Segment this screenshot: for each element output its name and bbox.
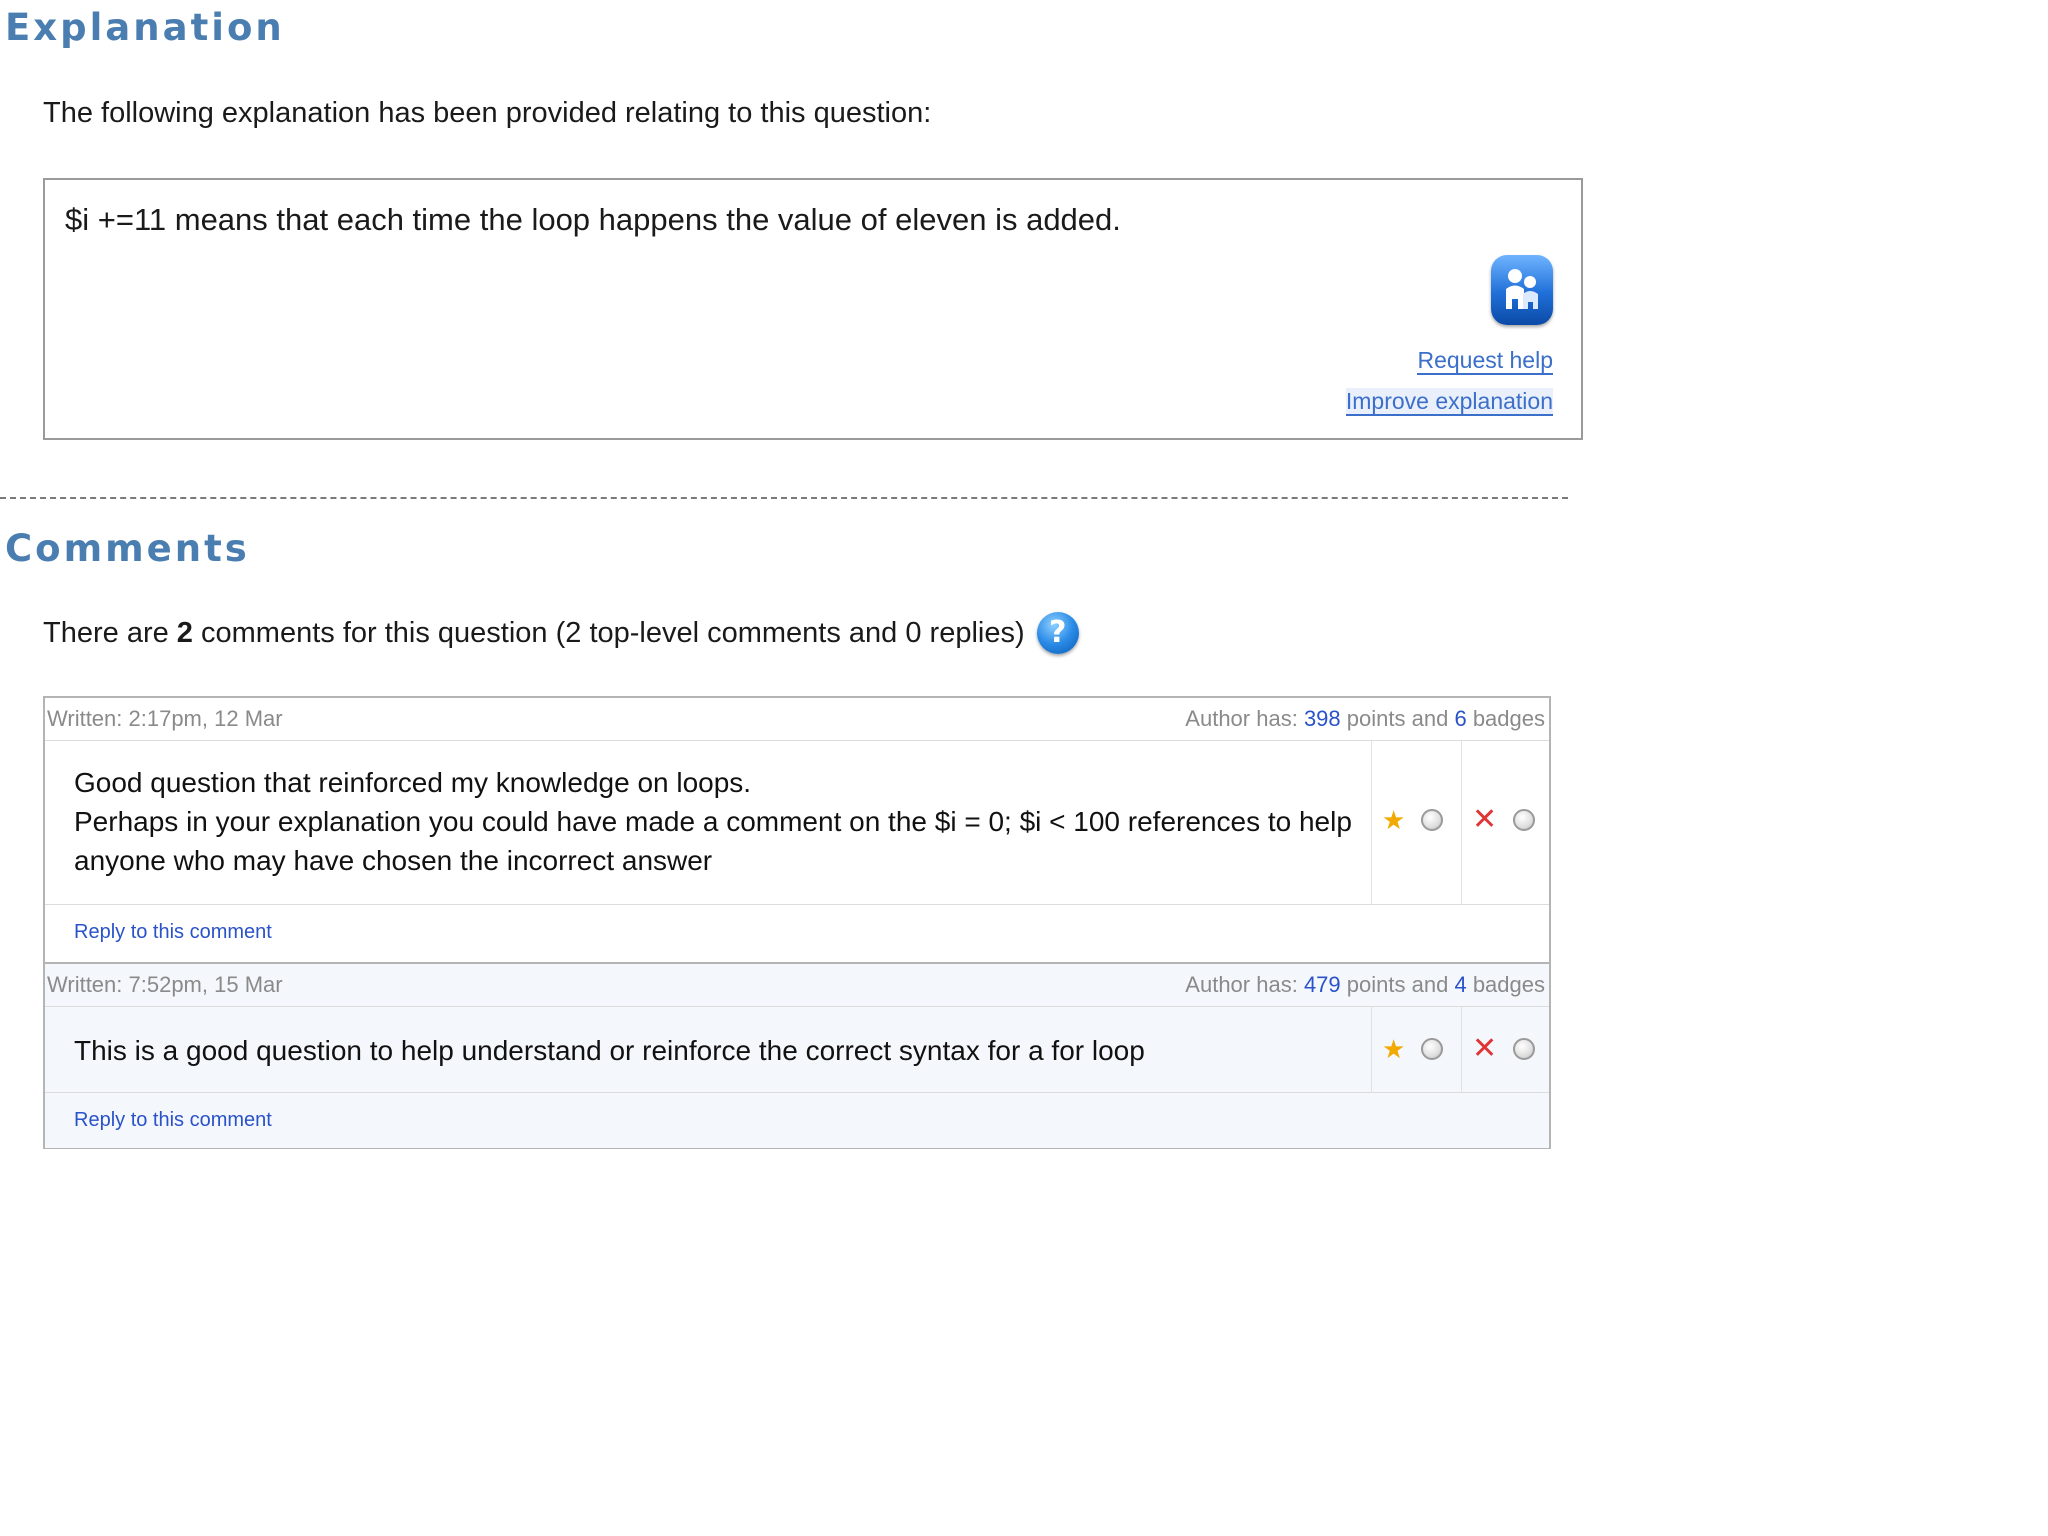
author-badges: 6 — [1454, 706, 1467, 731]
reply-to-comment-link[interactable]: Reply to this comment — [74, 921, 272, 944]
endorse-vote-cell: ★ — [1371, 1007, 1461, 1092]
comment-body: Good question that reinforced my knowled… — [45, 741, 1549, 905]
reject-radio-button[interactable] — [1513, 1038, 1536, 1060]
help-person-icon[interactable] — [1491, 255, 1553, 325]
comment-reply-row: Reply to this comment — [45, 905, 1549, 960]
endorse-radio-button[interactable] — [1421, 809, 1444, 831]
author-prefix: Author has: — [1185, 972, 1298, 997]
author-points: 398 — [1303, 706, 1341, 731]
comments-summary: There are 2 comments for this question (… — [43, 612, 1079, 654]
endorse-vote-cell: ★ — [1371, 741, 1461, 904]
explanation-box: $i +=11 means that each time the loop ha… — [43, 178, 1583, 440]
comments-heading: Comments — [5, 527, 250, 570]
points-label: points and — [1346, 972, 1449, 997]
explanation-intro: The following explanation has been provi… — [43, 97, 932, 129]
question-mark-icon[interactable]: ? — [1036, 612, 1079, 654]
author-badges: 4 — [1454, 972, 1467, 997]
author-prefix: Author has: — [1185, 706, 1298, 731]
comment-reply-row: Reply to this comment — [45, 1093, 1549, 1148]
x-icon: ✕ — [1472, 1031, 1498, 1066]
badges-label: badges — [1472, 706, 1545, 731]
x-icon: ✕ — [1472, 802, 1498, 837]
comment-line: Good question that reinforced my knowled… — [74, 767, 752, 798]
comment-line: anyone who may have chosen the incorrect… — [74, 845, 713, 876]
comment-text: This is a good question to help understa… — [74, 1031, 1145, 1070]
author-stats: Author has: 479 points and 4 badges — [1185, 972, 1545, 998]
explanation-heading: Explanation — [5, 6, 285, 49]
comment-written: Written: 7:52pm, 15 Mar — [47, 972, 283, 997]
comment-line: This is a good question to help understa… — [74, 1035, 1145, 1066]
comment-header: Written: 2:17pm, 12 Mar Author has: 398 … — [45, 698, 1549, 741]
reject-vote-cell: ✕ — [1461, 741, 1551, 904]
reject-vote-cell: ✕ — [1461, 1007, 1551, 1092]
improve-explanation-link[interactable]: Improve explanation — [1345, 388, 1553, 416]
summary-prefix: There are — [43, 616, 169, 649]
explanation-text: $i +=11 means that each time the loop ha… — [65, 202, 1121, 237]
star-icon: ★ — [1382, 1034, 1406, 1064]
comment-count: 2 — [176, 616, 193, 649]
section-divider — [0, 497, 1568, 499]
author-stats: Author has: 398 points and 6 badges — [1185, 706, 1545, 732]
page: Explanation The following explanation ha… — [0, 0, 1583, 1175]
comment-written: Written: 2:17pm, 12 Mar — [47, 706, 283, 731]
comment-line: Perhaps in your explanation you could ha… — [74, 806, 1352, 837]
author-points: 479 — [1303, 972, 1341, 997]
summary-suffix: comments for this question (2 top-level … — [201, 616, 1025, 649]
points-label: points and — [1346, 706, 1449, 731]
reject-radio-button[interactable] — [1513, 809, 1536, 831]
comment-body: This is a good question to help understa… — [45, 1007, 1549, 1093]
reply-to-comment-link[interactable]: Reply to this comment — [74, 1109, 272, 1132]
star-icon: ★ — [1382, 805, 1406, 835]
comment-header: Written: 7:52pm, 15 Mar Author has: 479 … — [45, 962, 1549, 1007]
endorse-radio-button[interactable] — [1421, 1038, 1444, 1060]
comment-text: Good question that reinforced my knowled… — [74, 763, 1352, 880]
comments-list: Written: 2:17pm, 12 Mar Author has: 398 … — [43, 696, 1551, 1149]
badges-label: badges — [1472, 972, 1545, 997]
request-help-link[interactable]: Request help — [1417, 347, 1553, 375]
